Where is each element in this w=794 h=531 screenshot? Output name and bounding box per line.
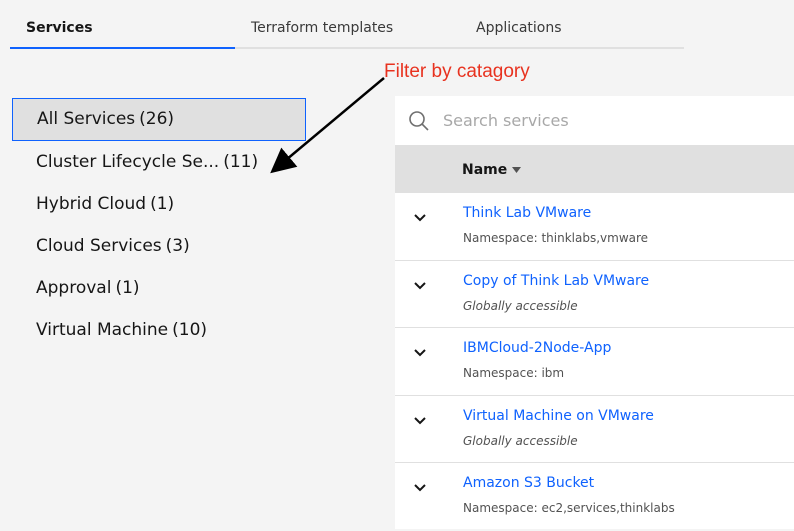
tab-bar: Services Terraform templates Application… [10,8,684,49]
sidebar-item-all-services[interactable]: All Services (26) [12,98,306,141]
sidebar-item-label: Cloud Services [36,236,162,256]
service-namespace: Namespace: ibm [463,366,565,380]
sidebar-item-approval[interactable]: Approval (1) [12,267,306,309]
table-row: IBMCloud-2Node-App Namespace: ibm [395,328,794,396]
category-sidebar: All Services (26) Cluster Lifecycle Se...… [12,98,306,351]
chevron-down-icon[interactable] [413,416,427,426]
sidebar-item-cloud-services[interactable]: Cloud Services (3) [12,225,306,267]
sidebar-item-count: (11) [223,152,259,172]
table-row: Copy of Think Lab VMware Globally access… [395,261,794,328]
service-name-link[interactable]: Amazon S3 Bucket [463,475,594,491]
service-name-link[interactable]: Think Lab VMware [463,205,591,221]
column-header-name[interactable]: Name [462,161,522,178]
table-header: Name [395,146,794,193]
sidebar-item-virtual-machine[interactable]: Virtual Machine (10) [12,309,306,351]
sidebar-item-count: (1) [150,194,175,214]
service-namespace: Namespace: thinklabs,vmware [463,231,649,245]
tab-services[interactable]: Services [10,8,235,49]
chevron-down-icon[interactable] [413,213,427,223]
table-row: Virtual Machine on VMware Globally acces… [395,396,794,463]
service-namespace: Globally accessible [463,298,578,313]
tab-terraform-templates[interactable]: Terraform templates [235,8,460,49]
sidebar-item-label: Approval [36,278,112,298]
search-bar [395,96,794,146]
service-name-link[interactable]: Copy of Think Lab VMware [463,273,649,289]
search-input[interactable] [443,111,773,130]
sidebar-item-count: (26) [139,109,175,129]
sidebar-item-count: (1) [115,278,140,298]
services-panel: Name Think Lab VMware Namespace: thinkla… [395,96,794,529]
chevron-down-icon[interactable] [413,281,427,291]
search-icon [409,110,429,131]
service-name-link[interactable]: Virtual Machine on VMware [463,408,654,424]
chevron-down-icon[interactable] [413,348,427,358]
table-row: Think Lab VMware Namespace: thinklabs,vm… [395,193,794,261]
sidebar-item-hybrid-cloud[interactable]: Hybrid Cloud (1) [12,183,306,225]
sidebar-item-count: (3) [165,236,190,256]
sidebar-item-label: Virtual Machine [36,320,169,340]
sidebar-item-count: (10) [172,320,208,340]
sidebar-item-cluster-lifecycle[interactable]: Cluster Lifecycle Se... (11) [12,141,306,183]
column-header-label: Name [462,161,508,178]
sidebar-item-label: Cluster Lifecycle Se... [36,152,220,172]
service-namespace: Namespace: ec2,services,thinklabs [463,501,675,515]
service-namespace: Globally accessible [463,433,578,448]
chevron-down-icon[interactable] [413,483,427,493]
sidebar-item-label: Hybrid Cloud [36,194,147,214]
annotation-label: Filter by catagory [384,61,530,82]
service-name-link[interactable]: IBMCloud-2Node-App [463,340,611,356]
table-row: Amazon S3 Bucket Namespace: ec2,services… [395,463,794,531]
sort-down-icon [512,166,522,173]
sidebar-item-label: All Services [37,109,136,129]
tab-applications[interactable]: Applications [460,8,684,49]
